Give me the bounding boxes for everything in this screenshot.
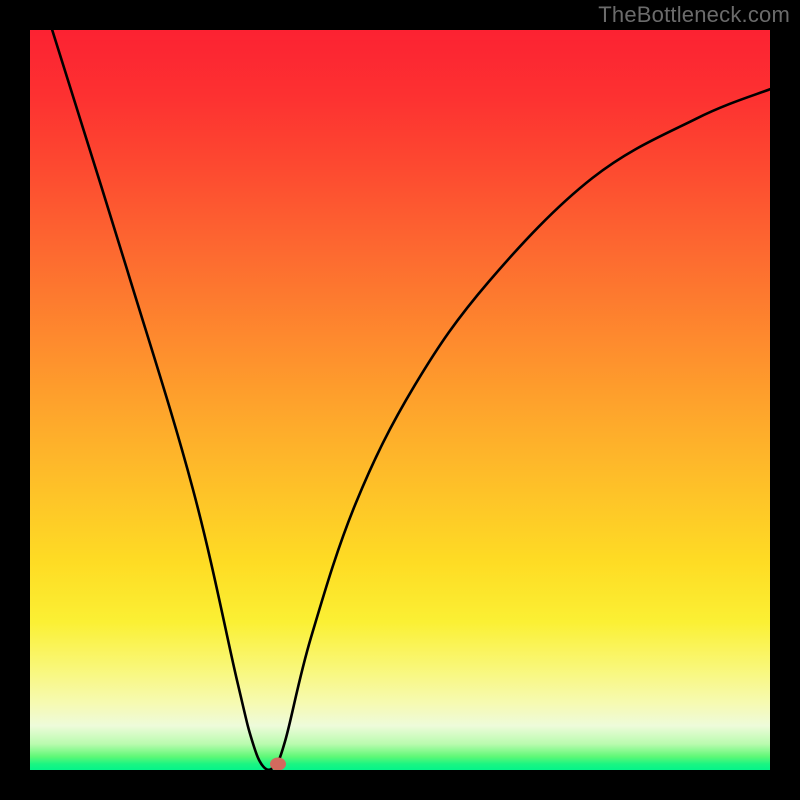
- curve-svg: [30, 30, 770, 770]
- plot-area: [30, 30, 770, 770]
- watermark-text: TheBottleneck.com: [598, 2, 790, 28]
- marker-dot: [270, 758, 286, 770]
- chart-frame: TheBottleneck.com: [0, 0, 800, 800]
- bottleneck-curve: [52, 30, 770, 770]
